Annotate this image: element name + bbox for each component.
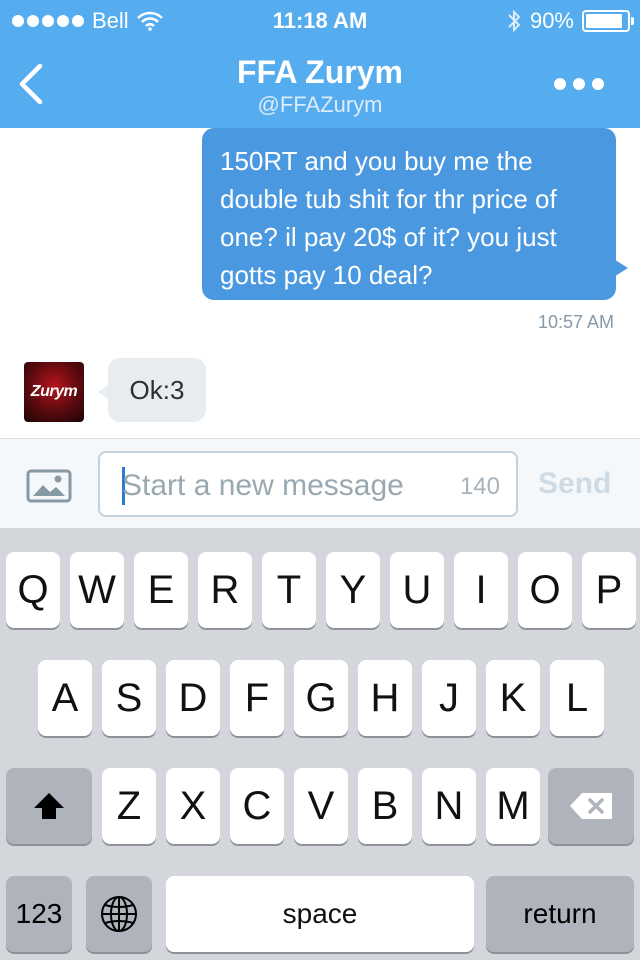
key-g[interactable]: G — [294, 660, 348, 736]
conversation-handle: @FFAZurym — [257, 92, 383, 117]
key-n[interactable]: N — [422, 768, 476, 844]
key-x[interactable]: X — [166, 768, 220, 844]
key-o[interactable]: O — [518, 552, 572, 628]
outgoing-message-text: 150RT and you buy me the double tub shit… — [220, 146, 557, 290]
send-button[interactable]: Send — [538, 467, 611, 501]
incoming-message-bubble[interactable]: Ok:3 — [98, 358, 206, 422]
key-a[interactable]: A — [38, 660, 92, 736]
return-key[interactable]: return — [486, 876, 634, 952]
key-j[interactable]: J — [422, 660, 476, 736]
numbers-key[interactable]: 123 — [6, 876, 72, 952]
compose-bar: Start a new message 140 Send — [0, 438, 640, 528]
globe-icon — [101, 896, 137, 932]
key-p[interactable]: P — [582, 552, 636, 628]
battery-icon — [582, 10, 634, 32]
key-c[interactable]: C — [230, 768, 284, 844]
backspace-icon — [570, 793, 612, 819]
shift-arrow-icon — [34, 793, 64, 819]
avatar-logo-text: Zurym — [30, 383, 78, 400]
globe-key[interactable] — [86, 876, 152, 952]
key-k[interactable]: K — [486, 660, 540, 736]
status-right: 90% — [506, 8, 634, 34]
key-r[interactable]: R — [198, 552, 252, 628]
status-bar: Bell 11:18 AM 90% — [0, 0, 640, 40]
outgoing-message-timestamp: 10:57 AM — [537, 312, 614, 332]
keyboard: QWERTYUIOP ASDFGHJKL ZXCVBNM 123 space r… — [0, 528, 640, 960]
more-options-icon[interactable] — [554, 78, 604, 90]
delete-key[interactable] — [548, 768, 634, 844]
battery-fill — [586, 14, 622, 28]
key-t[interactable]: T — [262, 552, 316, 628]
message-placeholder: Start a new message — [122, 469, 404, 502]
key-d[interactable]: D — [166, 660, 220, 736]
key-b[interactable]: B — [358, 768, 412, 844]
top-header: Bell 11:18 AM 90% FFA Zurym @FFAZurym — [0, 0, 640, 128]
key-e[interactable]: E — [134, 552, 188, 628]
bluetooth-icon — [508, 9, 521, 33]
key-z[interactable]: Z — [102, 768, 156, 844]
space-key[interactable]: space — [166, 876, 474, 952]
key-m[interactable]: M — [486, 768, 540, 844]
key-w[interactable]: W — [70, 552, 124, 628]
conversation-title: FFA Zurym — [237, 54, 403, 90]
message-input[interactable]: Start a new message 140 — [98, 451, 518, 517]
incoming-message-text: Ok:3 — [129, 375, 185, 405]
key-l[interactable]: L — [550, 660, 604, 736]
key-f[interactable]: F — [230, 660, 284, 736]
key-i[interactable]: I — [454, 552, 508, 628]
outgoing-message-bubble[interactable]: 150RT and you buy me the double tub shit… — [202, 128, 628, 300]
key-y[interactable]: Y — [326, 552, 380, 628]
battery-percent: 90% — [529, 8, 574, 33]
key-q[interactable]: Q — [6, 552, 60, 628]
key-u[interactable]: U — [390, 552, 444, 628]
avatar[interactable]: Zurym — [24, 362, 84, 422]
conversation-thread[interactable]: 150RT and you buy me the double tub shit… — [0, 128, 640, 438]
key-s[interactable]: S — [102, 660, 156, 736]
shift-key[interactable] — [6, 768, 92, 844]
character-counter: 140 — [459, 473, 500, 500]
key-h[interactable]: H — [358, 660, 412, 736]
photo-icon[interactable] — [26, 469, 72, 503]
key-v[interactable]: V — [294, 768, 348, 844]
